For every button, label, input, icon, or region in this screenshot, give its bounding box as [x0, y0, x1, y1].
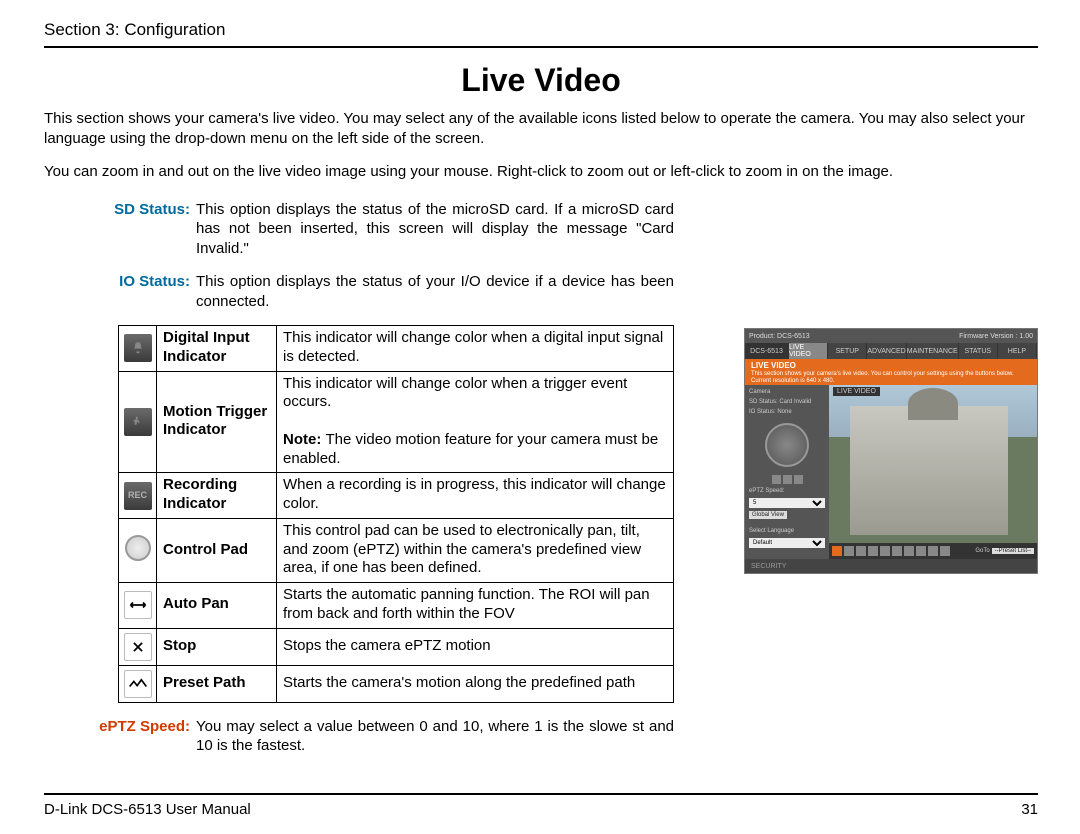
footer-page: 31 [1021, 801, 1038, 818]
indicator-desc: Starts the automatic panning function. T… [277, 583, 674, 629]
table-row: Preset Path Starts the camera's motion a… [119, 665, 674, 702]
shot-ctrl-btn [783, 475, 792, 484]
shot-eptz-label: ePTZ Speed: [749, 488, 825, 494]
page-title: Live Video [44, 62, 1038, 99]
shot-global-btn: Global View [749, 511, 787, 519]
shot-fw: Firmware Version : 1.00 [959, 333, 1033, 340]
indicator-desc: This indicator will change color when a … [277, 326, 674, 372]
def-text: This option displays the status of your … [196, 272, 674, 311]
shot-lang-label: Select Language [749, 528, 825, 534]
shot-model: DCS-6513 [745, 343, 789, 359]
table-row: Digital Input Indicator This indicator w… [119, 326, 674, 372]
shot-banner: LIVE VIDEO This section shows your camer… [745, 359, 1037, 385]
shot-tool-btn [928, 546, 938, 556]
shot-eptz-select: 5 [749, 498, 825, 508]
indicator-name: Auto Pan [157, 583, 277, 629]
intro-paragraph-2: You can zoom in and out on the live vide… [44, 162, 1038, 182]
shot-tab: STATUS [959, 343, 998, 359]
icon-cell [119, 583, 157, 629]
shot-goto: GoTo [975, 548, 989, 554]
autopan-icon [124, 591, 152, 619]
indicator-name: Motion Trigger Indicator [157, 371, 277, 473]
rec-icon: REC [124, 482, 152, 510]
shot-tab: MAINTENANCE [907, 343, 959, 359]
shot-tool-btn [892, 546, 902, 556]
def-label: IO Status: [44, 272, 196, 311]
shot-sd-status: SD Status: Card Invalid [749, 399, 825, 405]
motion-icon [124, 408, 152, 436]
shot-tool-btn [880, 546, 890, 556]
indicator-desc: Stops the camera ePTZ motion [277, 628, 674, 665]
indicator-desc: This indicator will change color when a … [277, 371, 674, 473]
definitions: SD Status: This option displays the stat… [44, 200, 674, 312]
shot-video-title: LIVE VIDEO [833, 387, 880, 396]
shot-tool-btn [832, 546, 842, 556]
control-pad-icon [124, 534, 152, 562]
shot-tool-btn [904, 546, 914, 556]
eptz-label: ePTZ Speed: [44, 717, 196, 756]
shot-io-status: IO Status: None [749, 409, 825, 415]
indicator-desc: Starts the camera's motion along the pre… [277, 665, 674, 702]
def-text: This option displays the status of the m… [196, 200, 674, 259]
def-io-status: IO Status: This option displays the stat… [44, 272, 674, 311]
table-row: Control Pad This control pad can be used… [119, 518, 674, 582]
bell-icon [124, 334, 152, 362]
shot-tool-btn [916, 546, 926, 556]
intro-paragraph-1: This section shows your camera's live vi… [44, 109, 1038, 148]
indicator-name: Digital Input Indicator [157, 326, 277, 372]
icon-cell [119, 518, 157, 582]
shot-tool-btn [868, 546, 878, 556]
indicator-desc: When a recording is in progress, this in… [277, 473, 674, 519]
stop-icon [124, 633, 152, 661]
indicator-desc: This control pad can be used to electron… [277, 518, 674, 582]
icon-table: Digital Input Indicator This indicator w… [118, 325, 674, 703]
shot-preset-list: --Preset List-- [992, 548, 1034, 554]
icon-cell [119, 665, 157, 702]
shot-sidebar: Camera SD Status: Card Invalid IO Status… [745, 385, 829, 559]
note-text: The video motion feature for your camera… [283, 431, 658, 467]
shot-tab: LIVE VIDEO [789, 343, 828, 359]
shot-video: LIVE VIDEO GoTo --Preset List-- [829, 385, 1037, 559]
preset-icon [124, 670, 152, 698]
shot-camera-label: Camera [749, 389, 825, 395]
shot-tab: ADVANCED [867, 343, 906, 359]
def-label: SD Status: [44, 200, 196, 259]
indicator-name: Recording Indicator [157, 473, 277, 519]
page-footer: D-Link DCS-6513 User Manual 31 [44, 793, 1038, 818]
table-row: Motion Trigger Indicator This indicator … [119, 371, 674, 473]
desc-text: This indicator will change color when a … [283, 375, 627, 411]
table-row: Stop Stops the camera ePTZ motion [119, 628, 674, 665]
eptz-text: You may select a value between 0 and 10,… [196, 717, 674, 756]
def-sd-status: SD Status: This option displays the stat… [44, 200, 674, 259]
table-row: REC Recording Indicator When a recording… [119, 473, 674, 519]
shot-ctrl-btn [794, 475, 803, 484]
footer-left: D-Link DCS-6513 User Manual [44, 801, 251, 818]
shot-product: Product: DCS-6513 [749, 333, 810, 340]
camera-ui-screenshot: Product: DCS-6513 Firmware Version : 1.0… [744, 328, 1038, 574]
icon-cell [119, 628, 157, 665]
shot-tab: HELP [998, 343, 1037, 359]
section-header: Section 3: Configuration [44, 20, 1038, 48]
indicator-name: Control Pad [157, 518, 277, 582]
shot-tool-btn [940, 546, 950, 556]
shot-tool-btn [856, 546, 866, 556]
shot-toolbar: GoTo --Preset List-- [829, 543, 1037, 559]
shot-ctrl-btn [772, 475, 781, 484]
shot-banner-title: LIVE VIDEO [751, 361, 1031, 371]
shot-tabs: DCS-6513 LIVE VIDEO SETUP ADVANCED MAINT… [745, 343, 1037, 359]
indicator-name: Stop [157, 628, 277, 665]
icon-cell: REC [119, 473, 157, 519]
shot-tool-btn [844, 546, 854, 556]
table-row: Auto Pan Starts the automatic panning fu… [119, 583, 674, 629]
shot-footer: SECURITY [745, 559, 1037, 573]
shot-control-pad [765, 423, 809, 467]
indicator-name: Preset Path [157, 665, 277, 702]
shot-banner-text: This section shows your camera's live vi… [751, 371, 1014, 384]
shot-lang-select: Default [749, 538, 825, 548]
icon-cell [119, 326, 157, 372]
shot-tab: SETUP [828, 343, 867, 359]
eptz-definition: ePTZ Speed: You may select a value betwe… [44, 717, 674, 756]
icon-cell [119, 371, 157, 473]
